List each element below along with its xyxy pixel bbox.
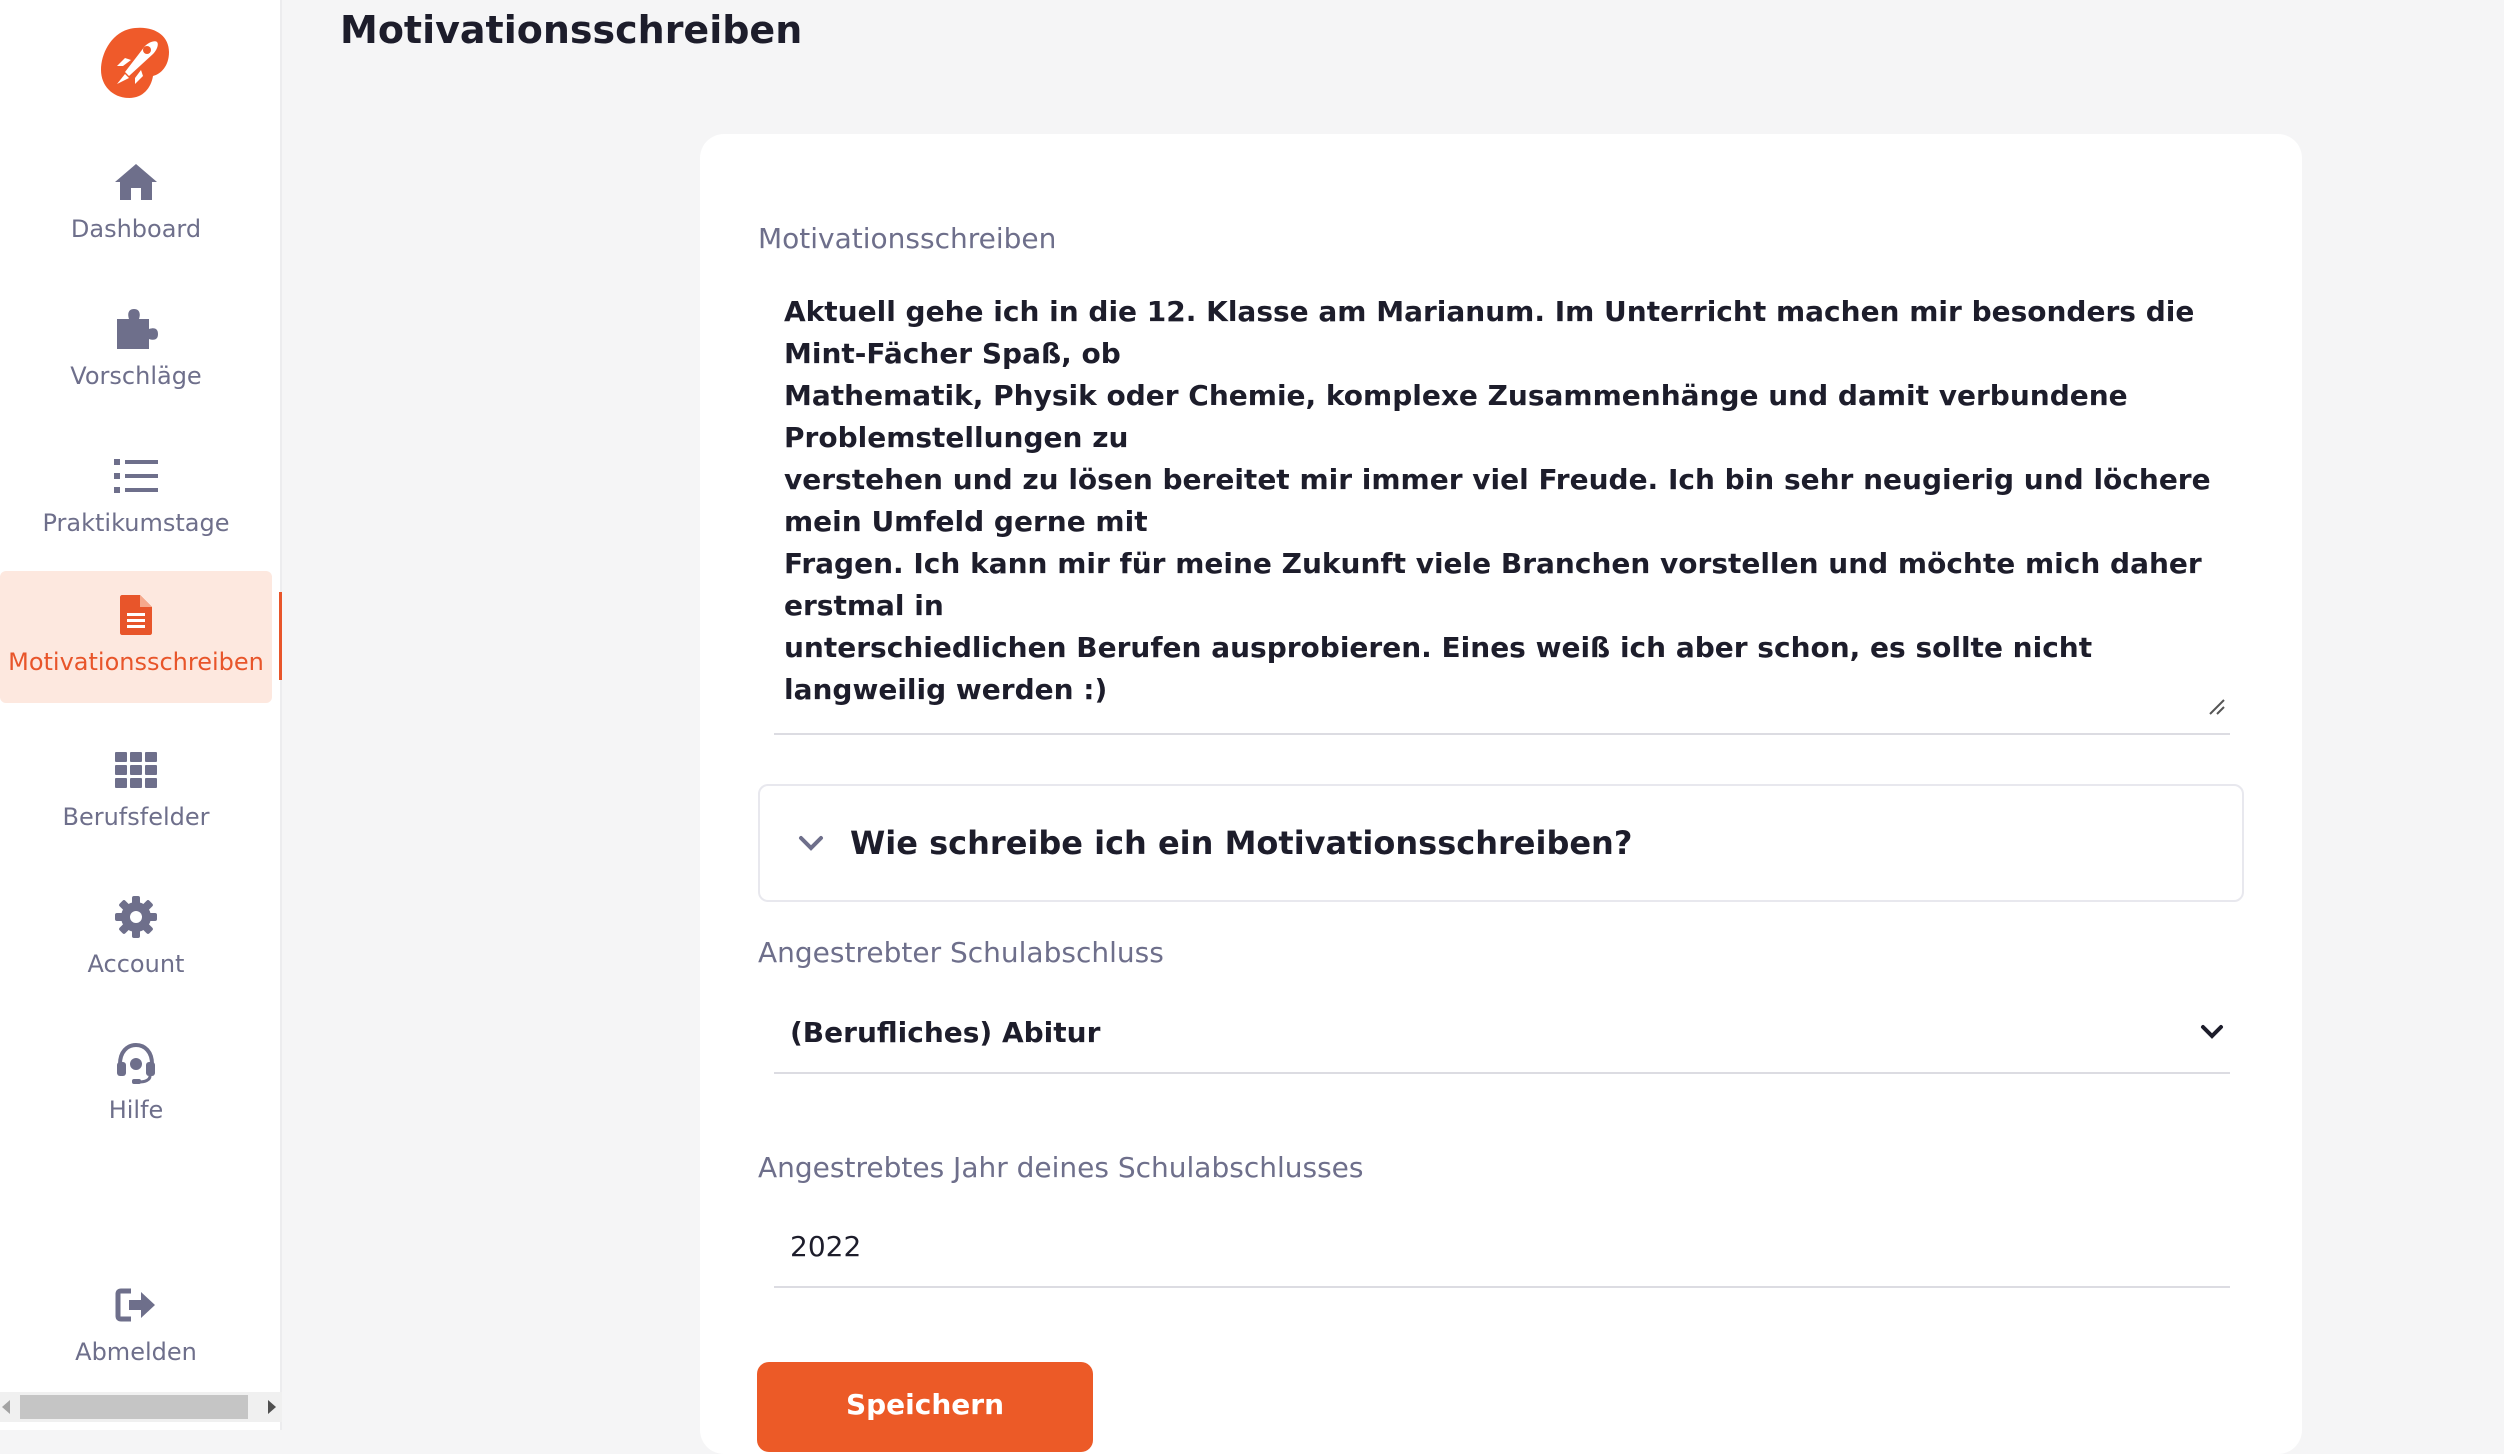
resize-handle-icon[interactable] [2208,698,2226,716]
nav-label: Berufsfelder [62,803,210,831]
document-icon [112,591,160,639]
nav-item-praktikumstage[interactable]: Praktikumstage [0,432,272,564]
degree-label: Angestrebter Schulabschluss [758,936,1164,969]
motivation-textarea[interactable]: Aktuell gehe ich in die 12. Klasse am Ma… [774,283,2230,735]
grid-icon [112,746,160,794]
nav-item-account[interactable]: Account [0,873,272,1005]
chevron-down-icon [798,828,828,858]
year-input-value: 2022 [790,1229,862,1263]
degree-select[interactable]: (Berufliches) Abitur [774,992,2230,1074]
nav-item-motivationsschreiben[interactable]: Motivationsschreiben [0,571,272,703]
help-accordion[interactable]: Wie schreibe ich ein Motivationsschreibe… [758,784,2244,902]
save-button[interactable]: Speichern [757,1362,1093,1452]
headset-icon [112,1039,160,1087]
nav-label: Abmelden [75,1338,197,1366]
nav-item-berufsfelder[interactable]: Berufsfelder [0,726,272,858]
nav-item-vorschlaege[interactable]: Vorschläge [0,285,272,417]
year-input[interactable]: 2022 [774,1206,2230,1288]
home-icon [112,158,160,206]
nav-label: Praktikumstage [42,509,230,537]
nav-label: Vorschläge [70,362,202,390]
gear-icon [112,893,160,941]
nav-label: Hilfe [108,1096,164,1124]
sidebar: Dashboard Vorschläge Praktikumstage Moti… [0,0,282,1430]
scroll-right-arrow-icon[interactable] [268,1400,276,1414]
year-label: Angestrebtes Jahr deines Schulabschlusse… [758,1151,1364,1184]
nav-item-hilfe[interactable]: Hilfe [0,1019,272,1151]
active-indicator [279,592,282,680]
horizontal-scrollbar[interactable] [0,1392,282,1422]
rocket-logo-icon[interactable] [95,22,175,102]
page-title: Motivationsschreiben [340,8,803,52]
accordion-title: Wie schreibe ich ein Motivationsschreibe… [850,824,1633,862]
nav-item-dashboard[interactable]: Dashboard [0,138,272,270]
list-icon [112,452,160,500]
letter-label: Motivationsschreiben [758,222,1057,255]
nav-label: Motivationsschreiben [8,648,264,676]
chevron-down-icon [2198,1018,2226,1046]
degree-select-value: (Berufliches) Abitur [790,1015,1101,1049]
logout-icon [112,1281,160,1329]
scroll-left-arrow-icon[interactable] [2,1400,10,1414]
nav-label: Account [87,950,185,978]
scrollbar-thumb[interactable] [20,1395,248,1419]
puzzle-icon [112,305,160,353]
nav-label: Dashboard [70,215,202,243]
nav-item-abmelden[interactable]: Abmelden [0,1261,272,1393]
